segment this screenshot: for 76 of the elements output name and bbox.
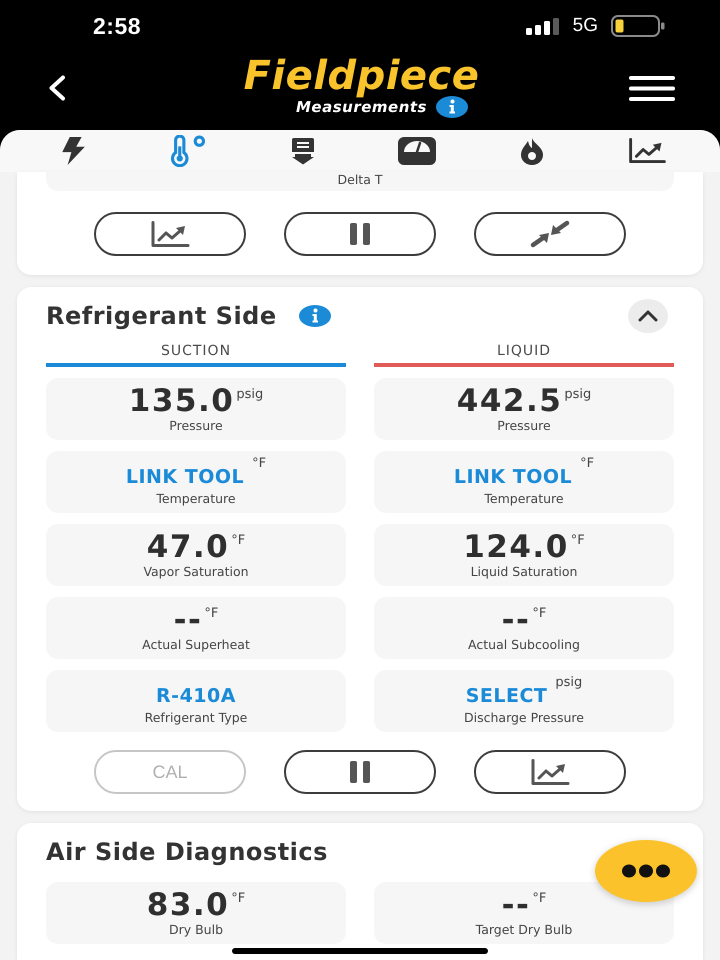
menu-button[interactable]	[629, 76, 675, 100]
unit-label: psig	[236, 388, 264, 402]
tab[interactable]	[626, 138, 667, 164]
link-value[interactable]: R-410A	[156, 676, 236, 713]
reading-label: Target Dry Bulb	[476, 922, 572, 938]
reading-value: 47.0	[146, 530, 230, 564]
reading-value: --	[502, 888, 530, 922]
unit-label: °F	[231, 534, 246, 548]
unit-label: psig	[564, 388, 592, 402]
shrink-button[interactable]	[474, 212, 626, 256]
unit-label: °F	[204, 607, 218, 621]
reading-label: Discharge Pressure	[464, 710, 584, 726]
box-arrow-down-icon	[290, 137, 315, 165]
link-value[interactable]: LINK TOOL	[454, 457, 572, 494]
chart-button[interactable]	[94, 212, 246, 256]
tab[interactable]	[60, 137, 86, 165]
pause-button[interactable]	[284, 212, 436, 256]
battery-icon	[611, 15, 665, 37]
back-chevron-icon	[48, 75, 66, 101]
reading-label: Temperature	[156, 491, 236, 507]
reading-tile[interactable]: LINK TOOL °F Temperature	[46, 451, 346, 513]
more-icon	[622, 864, 670, 878]
unit-label: °F	[580, 457, 594, 471]
pause-icon	[349, 222, 371, 246]
chevron-up-icon	[638, 310, 658, 322]
reading-label: Refrigerant Type	[144, 710, 248, 726]
reading-value: 135.0	[128, 384, 234, 418]
unit-label: °F	[570, 534, 585, 548]
trend-chart-icon	[150, 220, 190, 248]
signal-icon	[526, 18, 560, 34]
page-title: Measurements	[296, 98, 427, 117]
unit-label: °F	[231, 892, 246, 906]
unit-label: °F	[532, 607, 546, 621]
reading-label: Temperature	[484, 491, 564, 507]
collapse-toggle[interactable]	[628, 299, 668, 333]
link-value[interactable]: LINK TOOL	[126, 457, 244, 494]
column-heading: LIQUID	[496, 342, 552, 361]
column-heading: SUCTION	[160, 342, 232, 361]
brand-logo: Fieldpiece	[244, 57, 480, 95]
reading-value: --	[502, 603, 530, 637]
section-title: Air Side Diagnostics	[46, 837, 328, 867]
reading-label: Actual Subcooling	[468, 637, 580, 653]
unit-label: °F	[532, 892, 546, 906]
reading-value: 124.0	[463, 530, 569, 564]
unit-label: °F	[252, 457, 266, 471]
chart-button[interactable]	[474, 750, 626, 794]
reading-label: Delta T	[338, 172, 382, 188]
reading-value: 83.0	[146, 888, 230, 922]
reading-label: Actual Superheat	[142, 637, 250, 653]
tab[interactable]	[397, 137, 438, 165]
reading-tile[interactable]: R-410A Refrigerant Type	[46, 670, 346, 732]
shrink-icon	[530, 220, 570, 248]
pause-button[interactable]	[284, 750, 436, 794]
reading-value: 442.5	[456, 384, 562, 418]
reading-label: Liquid Saturation	[470, 564, 578, 580]
section-title: Refrigerant Side	[46, 301, 277, 331]
link-value[interactable]: SELECT	[466, 676, 548, 713]
tab[interactable]	[290, 137, 315, 165]
trend-chart-icon	[626, 138, 667, 164]
info-icon[interactable]	[436, 96, 468, 118]
back-button[interactable]	[48, 75, 66, 101]
reading-label: Vapor Saturation	[143, 564, 249, 580]
unit-label: psig	[555, 676, 582, 690]
reading-tile[interactable]: SELECT psig Discharge Pressure	[374, 670, 674, 732]
trend-chart-icon	[530, 758, 570, 786]
network-label: 5G	[572, 15, 598, 37]
pause-icon	[349, 760, 371, 784]
reading-label: Pressure	[497, 418, 551, 434]
gauge-icon	[397, 137, 438, 165]
reading-label: Dry Bulb	[168, 922, 224, 938]
reading-label: Pressure	[169, 418, 223, 434]
menu-icon	[629, 76, 675, 100]
lightning-bolt-icon	[60, 137, 86, 165]
status-time: 2:58	[93, 12, 142, 40]
reading-tile[interactable]: LINK TOOL °F Temperature	[374, 451, 674, 513]
reading-value: --	[174, 603, 202, 637]
